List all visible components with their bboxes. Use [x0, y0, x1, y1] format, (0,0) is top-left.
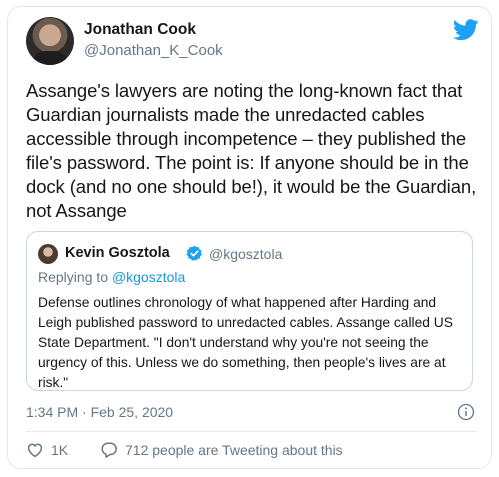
quoted-author-name: Kevin Gosztola — [65, 245, 170, 261]
quoted-tweet[interactable]: Kevin Gosztola @kgosztola Replying to @k… — [26, 231, 473, 391]
quoted-author-avatar — [38, 244, 58, 264]
like-count[interactable]: 1K — [51, 442, 68, 458]
replying-to-link[interactable]: @kgosztola — [112, 269, 185, 285]
heart-icon[interactable] — [26, 441, 44, 459]
replying-to-line: Replying to @kgosztola — [38, 269, 185, 285]
tweet-text: Assange's lawyers are noting the long-kn… — [26, 80, 477, 221]
replying-prefix: Replying to — [38, 269, 112, 285]
tweet-card: Jonathan Cook @Jonathan_K_Cook Assange's… — [7, 6, 492, 469]
tweeting-about-count[interactable]: 712 people are Tweeting about this — [125, 442, 343, 458]
verified-badge-icon — [186, 245, 202, 261]
divider — [26, 431, 477, 432]
author-name[interactable]: Jonathan Cook — [84, 21, 196, 39]
author-handle[interactable]: @Jonathan_K_Cook — [84, 42, 223, 59]
info-icon[interactable] — [457, 403, 475, 421]
author-avatar[interactable] — [26, 17, 74, 65]
quoted-tweet-text: Defense outlines chronology of what happ… — [38, 295, 453, 390]
quoted-author-handle: @kgosztola — [209, 246, 283, 262]
speech-bubble-icon[interactable] — [100, 441, 118, 459]
twitter-bird-icon[interactable] — [453, 19, 479, 41]
tweet-timestamp[interactable]: 1:34 PM · Feb 25, 2020 — [26, 404, 173, 420]
